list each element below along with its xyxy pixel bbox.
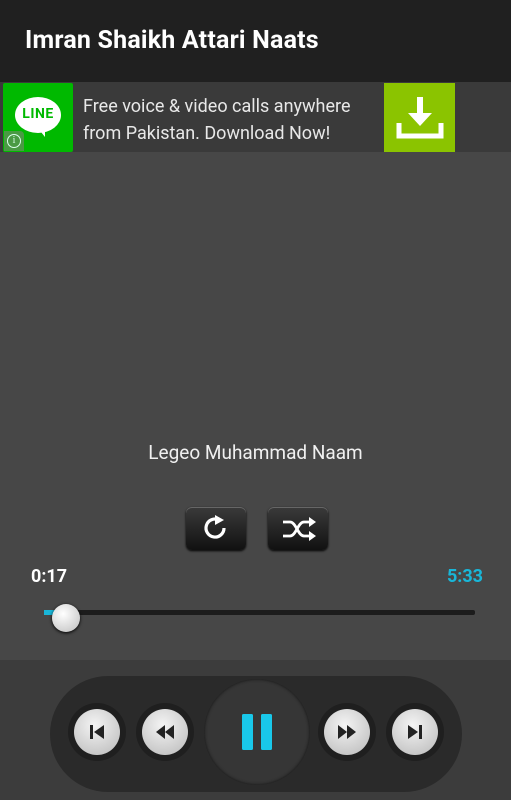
fast-forward-button[interactable] xyxy=(318,703,376,761)
fast-forward-icon xyxy=(338,725,356,739)
shuffle-button[interactable] xyxy=(268,507,328,550)
ad-download-button[interactable] xyxy=(384,83,455,152)
rewind-button[interactable] xyxy=(136,703,194,761)
skip-previous-icon xyxy=(90,725,104,739)
elapsed-time: 0:17 xyxy=(31,566,68,587)
shuffle-icon xyxy=(283,517,316,541)
action-bar: Imran Shaikh Attari Naats xyxy=(0,0,511,82)
app-title: Imran Shaikh Attari Naats xyxy=(25,26,319,55)
ad-text[interactable]: Free voice & video calls anywhere from P… xyxy=(83,93,383,147)
seek-thumb[interactable] xyxy=(52,604,80,632)
rewind-button-face xyxy=(142,709,188,755)
repeat-icon xyxy=(204,515,226,539)
rewind-icon xyxy=(156,725,174,739)
song-title: Legeo Muhammad Naam xyxy=(148,441,363,464)
pause-button[interactable] xyxy=(204,679,310,785)
total-duration: 5:33 xyxy=(446,566,483,587)
info-icon: i xyxy=(7,134,21,148)
pause-icon xyxy=(242,714,272,750)
previous-button[interactable] xyxy=(68,703,126,761)
repeat-button[interactable] xyxy=(186,507,246,550)
ad-banner[interactable]: LINE i Free voice & video calls anywhere… xyxy=(0,82,511,152)
ad-text-line1: Free voice & video calls anywhere xyxy=(83,96,351,117)
next-button-face xyxy=(392,709,438,755)
logo-bubble-tail xyxy=(37,127,45,137)
logo-wordmark: LINE xyxy=(22,106,54,122)
skip-next-icon xyxy=(408,725,422,739)
previous-button-face xyxy=(74,709,120,755)
fast-forward-button-face xyxy=(324,709,370,755)
seek-bar[interactable] xyxy=(44,610,475,615)
next-button[interactable] xyxy=(386,703,444,761)
download-icon xyxy=(396,97,444,139)
ad-text-line2: from Pakistan. Download Now! xyxy=(83,123,331,144)
ad-info-button[interactable]: i xyxy=(4,131,24,151)
